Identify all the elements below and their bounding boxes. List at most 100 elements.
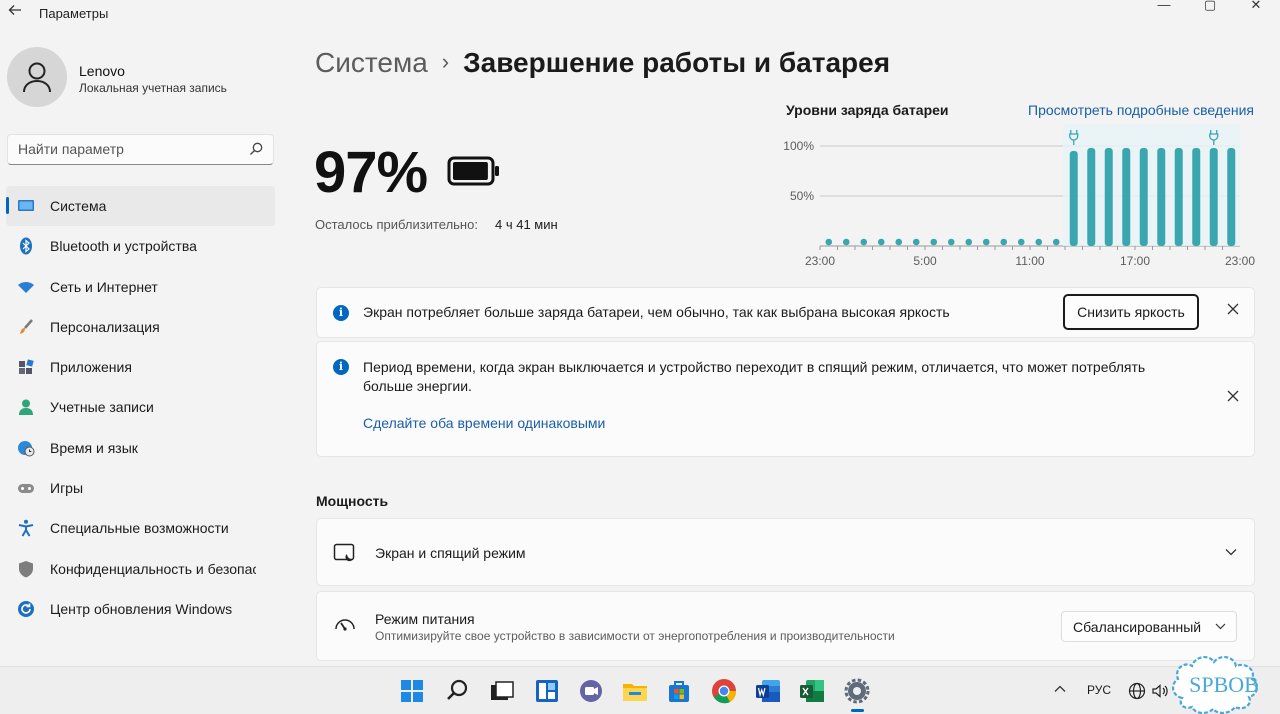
word-icon[interactable]: [754, 677, 782, 705]
info-icon: i: [333, 359, 349, 375]
power-mode-subtitle: Оптимизируйте свое устройство в зависимо…: [375, 629, 895, 643]
x-tick-label: 17:00: [1120, 254, 1150, 268]
excel-icon[interactable]: [798, 677, 826, 705]
chart-point: [877, 238, 885, 246]
search-icon: [250, 142, 263, 155]
widgets-icon[interactable]: [533, 677, 561, 705]
y-tick-label: 50%: [790, 189, 814, 203]
sidebar-item-accounts[interactable]: Учетные записи: [6, 387, 275, 427]
x-tick-label: 5:00: [913, 254, 937, 268]
sidebar-item-label: Bluetooth и устройства: [50, 238, 197, 255]
bluetooth-icon: [20, 237, 32, 255]
sidebar-item-bluetooth[interactable]: Bluetooth и устройства: [6, 226, 275, 266]
sidebar-item-apps[interactable]: Приложения: [6, 347, 275, 387]
sidebar-item-label: Время и язык: [50, 439, 138, 456]
chevron-down-icon[interactable]: [1225, 548, 1237, 556]
chart-bar: [1104, 148, 1113, 246]
back-button[interactable]: [4, 3, 26, 23]
battery-icon: [447, 156, 499, 186]
update-icon: [18, 600, 34, 617]
sidebar-nav: Система Bluetooth и устройства Сеть и Ин…: [6, 186, 275, 629]
sidebar-item-label: Конфиденциальность и безопасность: [50, 560, 256, 577]
dismiss-brightness-notice-button[interactable]: [1223, 302, 1243, 322]
chart-bar: [1209, 148, 1218, 246]
sidebar-item-personalization[interactable]: Персонализация: [6, 307, 275, 347]
reduce-brightness-button[interactable]: Снизить яркость: [1063, 294, 1199, 330]
search-icon[interactable]: [443, 677, 471, 705]
battery-level-chart: 100% 50% 23:00 5:00 11:00 17:00 23:00: [783, 124, 1255, 268]
user-name: Lenovo: [79, 63, 125, 79]
window-title: Параметры: [39, 6, 109, 21]
apps-icon: [19, 359, 34, 375]
chart-point: [1017, 238, 1025, 246]
sidebar-item-label: Учетные записи: [50, 399, 154, 416]
sidebar-item-label: Приложения: [50, 359, 132, 376]
gamepad-icon: [18, 484, 34, 494]
screen-sleep-icon: [333, 543, 355, 562]
language-indicator[interactable]: РУС: [1087, 683, 1111, 697]
sidebar-item-network[interactable]: Сеть и Интернет: [6, 267, 275, 307]
chevron-down-icon: [1215, 623, 1226, 630]
avatar[interactable]: [7, 47, 67, 107]
power-section-heading: Мощность: [316, 493, 389, 509]
view-details-link[interactable]: Просмотреть подробные сведения: [1028, 102, 1254, 118]
globe-clock-icon: [18, 440, 35, 457]
sidebar-item-accessibility[interactable]: Специальные возможности: [6, 508, 275, 548]
chart-bar: [1139, 148, 1148, 246]
sidebar-item-label: Персонализация: [50, 318, 160, 335]
x-tick-label: 23:00: [805, 254, 835, 268]
file-explorer-icon[interactable]: [621, 677, 649, 705]
sidebar-item-privacy[interactable]: Конфиденциальность и безопасность: [6, 549, 275, 589]
system-icon: [18, 200, 34, 211]
network-globe-icon[interactable]: [1128, 682, 1146, 700]
close-icon: [1227, 303, 1239, 315]
remaining-time-label: Осталось приблизительно:: [315, 217, 478, 232]
network-icon: [18, 281, 34, 293]
chrome-icon[interactable]: [710, 677, 738, 705]
search-box[interactable]: [7, 134, 274, 165]
sidebar-item-label: Сеть и Интернет: [50, 278, 158, 295]
power-mode-dropdown[interactable]: Сбалансированный: [1061, 611, 1237, 642]
sidebar-item-system[interactable]: Система: [6, 186, 275, 227]
breadcrumb-parent[interactable]: Система: [315, 47, 428, 78]
taskbar-active-indicator: [851, 709, 864, 712]
settings-icon[interactable]: [843, 677, 871, 705]
teams-chat-icon[interactable]: [577, 677, 605, 705]
maximize-button[interactable]: ▢: [1187, 0, 1233, 12]
sidebar-item-gaming[interactable]: Игры: [6, 468, 275, 508]
sleep-notice-text-line2: больше энергии.: [363, 378, 472, 394]
search-input[interactable]: [18, 141, 238, 157]
chart-bar: [1192, 148, 1201, 246]
sidebar-item-time-language[interactable]: Время и язык: [6, 428, 275, 468]
volume-icon[interactable]: [1151, 682, 1169, 700]
title-bar: Параметры — ▢ ✕: [0, 0, 1280, 28]
close-window-button[interactable]: ✕: [1233, 0, 1279, 12]
chart-title: Уровни заряда батареи: [786, 102, 949, 118]
chart-point: [1035, 238, 1043, 246]
store-icon[interactable]: [665, 677, 693, 705]
start-icon[interactable]: [398, 677, 426, 705]
breadcrumb-separator: ›: [441, 49, 450, 74]
sidebar-item-windows-update[interactable]: Центр обновления Windows: [6, 589, 275, 629]
breadcrumb: Система › Завершение работы и батарея: [315, 47, 890, 79]
arrow-left-icon: [8, 5, 21, 15]
account-type: Локальная учетная запись: [79, 81, 227, 95]
dismiss-sleep-notice-button[interactable]: [1223, 389, 1243, 409]
chart-bar: [1174, 148, 1183, 246]
page-title: Завершение работы и батарея: [463, 47, 891, 78]
match-times-link[interactable]: Сделайте оба времени одинаковыми: [363, 415, 605, 431]
brightness-notice-text: Экран потребляет больше заряда батареи, …: [363, 304, 950, 320]
x-tick-label: 11:00: [1015, 254, 1044, 268]
shield-icon: [19, 560, 33, 578]
chart-point: [982, 238, 990, 246]
remaining-time-value: 4 ч 41 мин: [495, 217, 558, 232]
x-tick-label: 23:00: [1225, 254, 1255, 268]
minimize-button[interactable]: —: [1141, 0, 1187, 12]
power-mode-selected-value: Сбалансированный: [1073, 619, 1202, 635]
y-tick-label: 100%: [783, 139, 814, 153]
chart-point: [947, 238, 955, 246]
task-view-icon[interactable]: [488, 677, 516, 705]
close-icon: [1227, 390, 1239, 402]
chevron-up-icon[interactable]: [1054, 685, 1066, 693]
chart-bar: [1122, 148, 1131, 246]
